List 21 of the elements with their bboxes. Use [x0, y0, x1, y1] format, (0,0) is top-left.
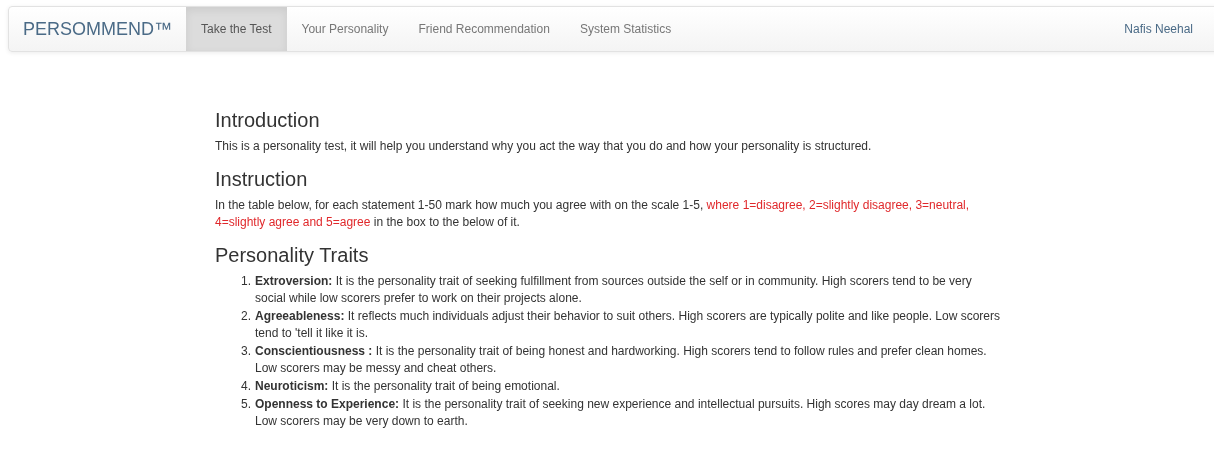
trait-description: Neuroticism: It is the personality trait of being emotional.	[255, 378, 561, 395]
nav-tab[interactable]: Your Personality	[286, 7, 404, 51]
list-number: 4.	[240, 378, 252, 395]
list-number: 2.	[240, 308, 252, 325]
brand-link[interactable]: PERSOMMEND™	[9, 7, 186, 51]
list-number: 1.	[240, 273, 252, 290]
trait-description: Extroversion: It is the personality trait of seeking fulfillment from sources outside the self or in community. High scorers tend to be very social while low scorers prefer to work on their projects alone.	[255, 273, 973, 307]
list-number: 3.	[240, 343, 252, 360]
paragraph: In the table below, for each statement 1-50 mark how much you agree with on the scale 1-5, where 1=disagree, 2=slightly disagree, 3=neutral, 4=slightly agree and 5=agree in the box to the below of it.	[215, 197, 971, 231]
section-heading: Introduction	[215, 108, 321, 132]
list-number: 5.	[240, 396, 252, 413]
section-heading: Instruction	[215, 167, 309, 191]
paragraph: This is a personality test, it will help you understand why you act the way that you do and how your personality is structured.	[215, 138, 873, 155]
section-heading: Personality Traits	[215, 243, 370, 267]
trait-description: Agreeableness: It reflects much individuals adjust their behavior to suit others. High scorers are typically polite and like people. Low scorers tend to 'tell it like it is.	[255, 308, 1002, 342]
nav-tab[interactable]: System Statistics	[564, 7, 687, 51]
nav-tab[interactable]: Take the Test	[186, 7, 287, 51]
trait-description: Openness to Experience: It is the personality trait of seeking new experience and intellectual pursuits. High scores may day dream a lot. Low scorers may be very down to earth.	[255, 396, 987, 430]
trait-description: Conscientiousness : It is the personality trait of being honest and hardworking. High scorers tend to follow rules and prefer clean homes. Low scorers may be messy and cheat others.	[255, 343, 988, 377]
nav-tab[interactable]: Friend Recommendation	[403, 7, 565, 51]
user-link[interactable]: Nafis Neehal	[1124, 7, 1214, 51]
